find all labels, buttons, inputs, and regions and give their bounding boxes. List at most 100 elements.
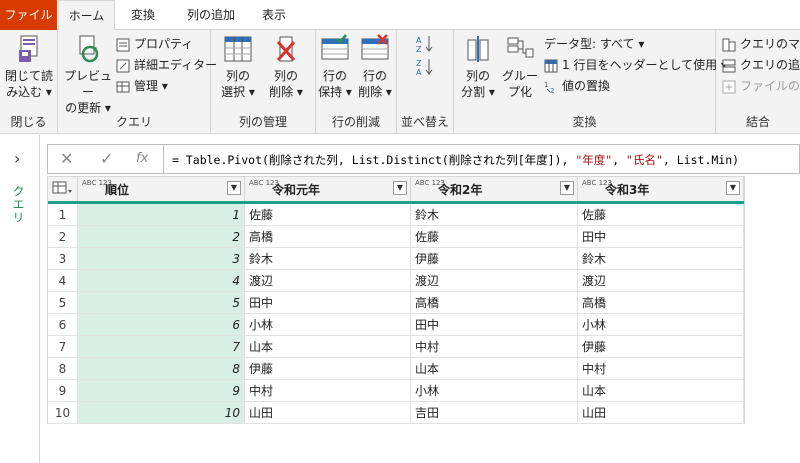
advanced-editor-icon <box>116 59 130 72</box>
replace-values-icon: 12 <box>544 81 554 94</box>
column-header-reiwa3[interactable]: ABC 123 令和3年 ▼ <box>578 177 744 201</box>
split-column-label-2: 分割 ▾ <box>461 85 495 99</box>
cell-reiwa2[interactable]: 田中 <box>411 314 578 336</box>
confirm-formula-icon[interactable]: ✓ <box>100 149 113 168</box>
advanced-editor-button[interactable]: 詳細エディター <box>116 55 217 75</box>
cell-rank[interactable]: 5 <box>78 292 245 314</box>
cell-reiwa1[interactable]: 山田 <box>245 402 411 424</box>
table-row: 7 7 山本 中村 伊藤 <box>48 336 744 358</box>
cell-reiwa3[interactable]: 佐藤 <box>578 204 744 226</box>
row-number[interactable]: 8 <box>48 358 78 380</box>
row-number[interactable]: 9 <box>48 380 78 402</box>
cell-reiwa3[interactable]: 小林 <box>578 314 744 336</box>
cell-reiwa2[interactable]: 高橋 <box>411 292 578 314</box>
cell-reiwa3[interactable]: 鈴木 <box>578 248 744 270</box>
cell-reiwa2[interactable]: 小林 <box>411 380 578 402</box>
cell-reiwa1[interactable]: 鈴木 <box>245 248 411 270</box>
cell-reiwa3[interactable]: 伊藤 <box>578 336 744 358</box>
row-number[interactable]: 1 <box>48 204 78 226</box>
cell-reiwa2[interactable]: 中村 <box>411 336 578 358</box>
cell-reiwa1[interactable]: 小林 <box>245 314 411 336</box>
remove-rows-button[interactable]: 行の 削除 ▾ <box>356 34 394 100</box>
column-header-reiwa1[interactable]: ABC 123 令和元年 ▼ <box>245 177 411 201</box>
column-header-label: 令和2年 <box>438 183 483 197</box>
column-header-rank[interactable]: ABC 123 順位 ▼ <box>78 177 245 201</box>
tab-view[interactable]: 表示 <box>250 0 298 30</box>
combine-files-button[interactable]: ファイルの結合 <box>722 76 800 96</box>
row-number[interactable]: 7 <box>48 336 78 358</box>
cell-reiwa3[interactable]: 高橋 <box>578 292 744 314</box>
cell-reiwa1[interactable]: 山本 <box>245 336 411 358</box>
fx-icon[interactable]: fx <box>136 151 148 166</box>
merge-queries-button[interactable]: クエリのマージ <box>722 34 800 54</box>
tab-add-column[interactable]: 列の追加 <box>172 0 250 30</box>
close-and-load-button[interactable]: 閉じて読 み込む ▾ <box>4 34 54 100</box>
cell-reiwa2[interactable]: 鈴木 <box>411 204 578 226</box>
cell-reiwa2[interactable]: 佐藤 <box>411 226 578 248</box>
cell-rank[interactable]: 3 <box>78 248 245 270</box>
table-menu-corner[interactable] <box>48 177 78 201</box>
tab-home[interactable]: ホーム <box>58 0 115 31</box>
row-number[interactable]: 2 <box>48 226 78 248</box>
table-row: 9 9 中村 小林 山本 <box>48 380 744 402</box>
split-column-icon <box>467 36 489 62</box>
cell-rank[interactable]: 2 <box>78 226 245 248</box>
cell-reiwa3[interactable]: 中村 <box>578 358 744 380</box>
filter-dropdown-icon[interactable]: ▼ <box>726 181 740 195</box>
cell-rank[interactable]: 9 <box>78 380 245 402</box>
sort-descending-button[interactable]: ZA <box>415 57 435 77</box>
append-queries-button[interactable]: クエリの追加 <box>722 55 800 75</box>
choose-columns-button[interactable]: 列の 選択 ▾ <box>215 34 261 100</box>
tab-file[interactable]: ファイル <box>0 0 57 30</box>
cell-reiwa2[interactable]: 渡辺 <box>411 270 578 292</box>
column-header-reiwa2[interactable]: ABC 123 令和2年 ▼ <box>411 177 578 201</box>
cell-reiwa1[interactable]: 中村 <box>245 380 411 402</box>
row-number[interactable]: 10 <box>48 402 78 424</box>
filter-dropdown-icon[interactable]: ▼ <box>227 181 241 195</box>
cell-reiwa3[interactable]: 山田 <box>578 402 744 424</box>
merge-queries-label: クエリのマージ <box>740 37 800 51</box>
tab-transform[interactable]: 変換 <box>115 0 171 30</box>
cell-rank[interactable]: 6 <box>78 314 245 336</box>
cell-rank[interactable]: 8 <box>78 358 245 380</box>
cell-reiwa1[interactable]: 伊藤 <box>245 358 411 380</box>
replace-values-button[interactable]: 1 2 値の置換 <box>544 76 610 96</box>
split-column-button[interactable]: 列の 分割 ▾ <box>458 34 498 100</box>
remove-columns-button[interactable]: 列の 削除 ▾ <box>263 34 309 100</box>
formula-input[interactable]: = Table.Pivot(削除された列, List.Distinct(削除され… <box>172 152 739 168</box>
cell-rank[interactable]: 7 <box>78 336 245 358</box>
cell-reiwa1[interactable]: 佐藤 <box>245 204 411 226</box>
cancel-formula-icon[interactable]: ✕ <box>60 149 73 168</box>
use-first-row-headers-button[interactable]: 1 行目をヘッダーとして使用 ▾ <box>544 55 727 75</box>
cell-reiwa1[interactable]: 渡辺 <box>245 270 411 292</box>
data-type-dropdown[interactable]: データ型: すべて ▾ <box>544 34 644 54</box>
cell-reiwa2[interactable]: 山本 <box>411 358 578 380</box>
cell-reiwa3[interactable]: 田中 <box>578 226 744 248</box>
sort-ascending-button[interactable]: AZ <box>415 34 435 54</box>
group-by-button[interactable]: グルー プ化 <box>500 34 540 100</box>
cell-rank[interactable]: 4 <box>78 270 245 292</box>
group-close: 閉じて読 み込む ▾ 閉じる <box>0 30 58 134</box>
keep-rows-button[interactable]: 行の 保持 ▾ <box>316 34 354 100</box>
cell-reiwa3[interactable]: 山本 <box>578 380 744 402</box>
group-by-icon <box>507 37 534 58</box>
cell-reiwa2[interactable]: 吉田 <box>411 402 578 424</box>
cell-reiwa1[interactable]: 田中 <box>245 292 411 314</box>
row-number[interactable]: 4 <box>48 270 78 292</box>
properties-button[interactable]: プロパティ <box>116 34 193 54</box>
advanced-editor-label: 詳細エディター <box>134 58 218 72</box>
row-number[interactable]: 3 <box>48 248 78 270</box>
expand-chevron-icon[interactable]: › <box>14 149 20 168</box>
svg-text:A: A <box>416 68 422 77</box>
filter-dropdown-icon[interactable]: ▼ <box>560 181 574 195</box>
filter-dropdown-icon[interactable]: ▼ <box>393 181 407 195</box>
manage-button[interactable]: 管理 ▾ <box>116 76 168 96</box>
cell-rank[interactable]: 10 <box>78 402 245 424</box>
row-number[interactable]: 6 <box>48 314 78 336</box>
cell-reiwa1[interactable]: 高橋 <box>245 226 411 248</box>
row-number[interactable]: 5 <box>48 292 78 314</box>
cell-reiwa3[interactable]: 渡辺 <box>578 270 744 292</box>
cell-reiwa2[interactable]: 伊藤 <box>411 248 578 270</box>
refresh-preview-button[interactable]: プレビュー の更新 ▾ <box>62 34 114 116</box>
cell-rank[interactable]: 1 <box>78 204 245 226</box>
